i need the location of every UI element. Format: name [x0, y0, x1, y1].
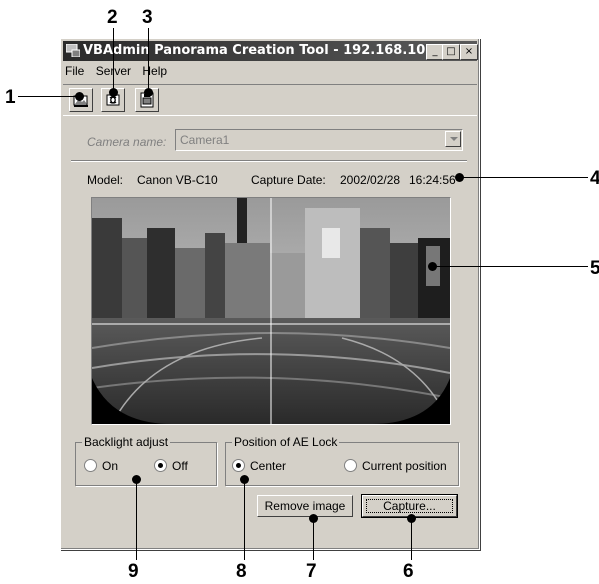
ae-current-radio[interactable]: Current position [344, 459, 447, 473]
ae-lock-group: Position of AE Lock Center Current posit… [225, 435, 459, 486]
callout-2: 2 [107, 7, 118, 28]
ae-lock-legend: Position of AE Lock [232, 435, 340, 449]
backlight-on-radio[interactable]: On [84, 459, 118, 473]
leader-line-9 [136, 479, 137, 560]
leader-dot-4 [455, 173, 464, 182]
panorama-image[interactable] [91, 197, 451, 425]
model-value: Canon VB-C10 [137, 173, 218, 187]
backlight-legend: Backlight adjust [82, 435, 171, 449]
radio-off-icon [84, 459, 97, 472]
backlight-adjust-group: Backlight adjust On Off [75, 435, 217, 486]
leader-line-3 [148, 28, 149, 90]
backlight-off-radio[interactable]: Off [154, 459, 188, 473]
leader-dot-1 [75, 92, 84, 101]
leader-line-6 [411, 518, 412, 560]
chevron-down-icon[interactable] [445, 131, 461, 147]
toolbar [63, 84, 477, 116]
ae-current-label: Current position [362, 459, 447, 473]
capture-date-label: Capture Date: [251, 173, 326, 187]
radio-on-icon [154, 459, 167, 472]
leader-line-2 [113, 28, 114, 90]
menu-file[interactable]: File [65, 64, 84, 78]
maximize-button[interactable]: □ [442, 44, 460, 60]
leader-line-7 [313, 518, 314, 560]
leader-line-1 [18, 96, 76, 97]
camera-name-label: Camera name: [87, 135, 167, 149]
callout-4: 4 [590, 168, 599, 189]
ae-center-radio[interactable]: Center [232, 459, 286, 473]
model-label: Model: [87, 173, 124, 187]
app-window: VBAdmin Panorama Creation Tool - 192.168… [60, 38, 480, 550]
camera-name-select[interactable]: Camera1 [175, 129, 463, 151]
leader-dot-3 [144, 88, 153, 97]
leader-dot-8 [240, 475, 249, 484]
divider [71, 160, 467, 162]
panorama-photo [92, 198, 450, 424]
callout-6: 6 [403, 561, 414, 582]
backlight-on-label: On [102, 459, 119, 473]
remove-image-button[interactable]: Remove image [257, 495, 353, 517]
close-button[interactable]: × [460, 44, 478, 60]
callout-1: 1 [5, 87, 16, 108]
callout-5: 5 [590, 258, 599, 279]
callout-3: 3 [142, 7, 153, 28]
leader-line-8 [244, 479, 245, 560]
leader-dot-6 [407, 514, 416, 523]
focus-ring [366, 499, 453, 513]
leader-dot-7 [309, 514, 318, 523]
menu-help[interactable]: Help [142, 64, 167, 78]
leader-line-4 [462, 177, 588, 178]
leader-dot-2 [109, 88, 118, 97]
leader-dot-9 [132, 475, 141, 484]
app-icon [66, 44, 80, 57]
callout-8: 8 [236, 561, 247, 582]
menu-bar: File Server Help [65, 64, 175, 82]
ae-center-label: Center [250, 459, 287, 473]
callout-9: 9 [128, 561, 139, 582]
callout-7: 7 [306, 561, 317, 582]
radio-on-icon [232, 459, 245, 472]
capture-time-value: 16:24:56 [409, 173, 456, 187]
leader-dot-5 [428, 262, 437, 271]
capture-date-value: 2002/02/28 [340, 173, 401, 187]
window-title: VBAdmin Panorama Creation Tool - 192.168… [83, 43, 449, 58]
backlight-off-label: Off [172, 459, 188, 473]
title-bar[interactable]: VBAdmin Panorama Creation Tool - 192.168… [63, 41, 478, 61]
leader-line-5 [434, 266, 588, 267]
camera-name-value: Camera1 [180, 133, 230, 147]
radio-off-icon [344, 459, 357, 472]
